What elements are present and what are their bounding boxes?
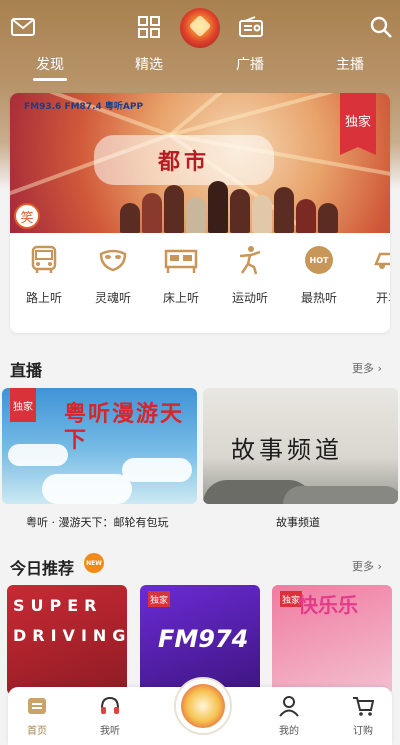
banner-cast-image <box>120 181 340 233</box>
live-caption[interactable]: 粤听 · 漫游天下：邮轮有包玩 <box>26 514 169 530</box>
category-hottest[interactable]: HOT 最热听 <box>291 243 347 306</box>
tab-bar: 发现 精选 广播 主播 <box>0 54 400 84</box>
live-card-story[interactable]: 故事频道 <box>203 388 398 504</box>
tab-discover[interactable]: 发现 <box>20 54 80 74</box>
nav-home[interactable]: 首页 <box>12 693 62 737</box>
grid-icon[interactable] <box>134 12 164 42</box>
user-icon <box>264 693 314 719</box>
category-driving[interactable]: 开车 <box>360 243 390 306</box>
feature-card: FM93.6 FM87.4 粤听APP 都市 独家 笑 路上听 灵魂听 床上听 … <box>10 93 390 333</box>
banner-title: 都市 <box>94 135 274 185</box>
category-label: 开车 <box>375 291 390 305</box>
search-icon[interactable] <box>366 12 396 42</box>
banner-station-logos: FM93.6 FM87.4 粤听APP <box>24 102 144 112</box>
category-row: 路上听 灵魂听 床上听 运动听 HOT 最热听 开 <box>10 239 390 333</box>
exclusive-badge: 独家 <box>340 93 376 155</box>
live-art-title: 粤听漫游天下 <box>64 402 185 453</box>
recommend-section-title: 今日推荐 <box>10 559 75 578</box>
hot-icon-text: HOT <box>310 256 329 265</box>
live-card-travel[interactable]: 独家 粤听漫游天下 <box>2 388 197 504</box>
nav-label: 我听 <box>100 726 120 737</box>
exclusive-badge: 独家 <box>10 388 36 422</box>
top-bar <box>0 8 400 48</box>
recommend-art-title: SUPER DRIVING <box>13 596 127 645</box>
category-soul[interactable]: 灵魂听 <box>85 243 141 306</box>
bed-icon <box>164 243 198 277</box>
tab-featured[interactable]: 精选 <box>119 54 179 74</box>
nav-listen[interactable]: 我听 <box>85 693 135 737</box>
home-icon <box>12 693 62 719</box>
nav-label: 订购 <box>353 726 373 737</box>
nav-label: 首页 <box>27 726 47 737</box>
tab-hosts[interactable]: 主播 <box>320 54 380 74</box>
live-caption[interactable]: 故事频道 <box>276 514 320 530</box>
radio-icon[interactable] <box>236 12 266 42</box>
tab-broadcast[interactable]: 广播 <box>220 54 280 74</box>
active-tab-indicator <box>33 78 67 81</box>
category-label: 最热听 <box>300 291 337 305</box>
bottom-nav: 首页 我听 我的 订购 <box>8 677 392 745</box>
category-label: 床上听 <box>162 291 199 305</box>
app-logo[interactable] <box>180 8 220 48</box>
recommend-art-title: 快乐乐 <box>298 593 358 617</box>
new-badge-icon: NEW <box>84 553 104 573</box>
mask-icon <box>96 243 130 277</box>
category-exercise[interactable]: 运动听 <box>222 243 278 306</box>
category-in-bed[interactable]: 床上听 <box>153 243 209 306</box>
bus-icon <box>27 243 61 277</box>
recommend-more-link[interactable]: 更多 › <box>352 558 382 574</box>
promo-banner[interactable]: FM93.6 FM87.4 粤听APP 都市 独家 笑 <box>10 93 390 233</box>
nav-subscribe[interactable]: 订购 <box>338 693 388 737</box>
runner-icon <box>233 243 267 277</box>
headphones-icon <box>85 693 135 719</box>
recommend-art-title: FM974 <box>158 625 249 653</box>
nav-mine[interactable]: 我的 <box>264 693 314 737</box>
exclusive-badge: 独家 <box>148 591 170 607</box>
category-label: 灵魂听 <box>94 291 131 305</box>
banner-seal: 笑 <box>14 203 40 229</box>
cart-icon <box>338 693 388 719</box>
nav-label: 我的 <box>279 726 299 737</box>
car-icon <box>371 243 390 277</box>
center-play-icon[interactable] <box>174 677 232 735</box>
category-label: 路上听 <box>25 291 62 305</box>
category-on-the-road[interactable]: 路上听 <box>16 243 72 306</box>
live-more-link[interactable]: 更多 › <box>352 360 382 376</box>
mail-icon[interactable] <box>8 12 38 42</box>
recommend-card[interactable]: SUPER DRIVING <box>7 585 127 695</box>
live-section-title: 直播 <box>10 361 43 380</box>
category-label: 运动听 <box>231 291 268 305</box>
live-art-title: 故事频道 <box>231 436 343 464</box>
hot-icon: HOT <box>302 243 336 277</box>
recommend-card[interactable]: 独家 快乐乐 <box>272 585 392 695</box>
